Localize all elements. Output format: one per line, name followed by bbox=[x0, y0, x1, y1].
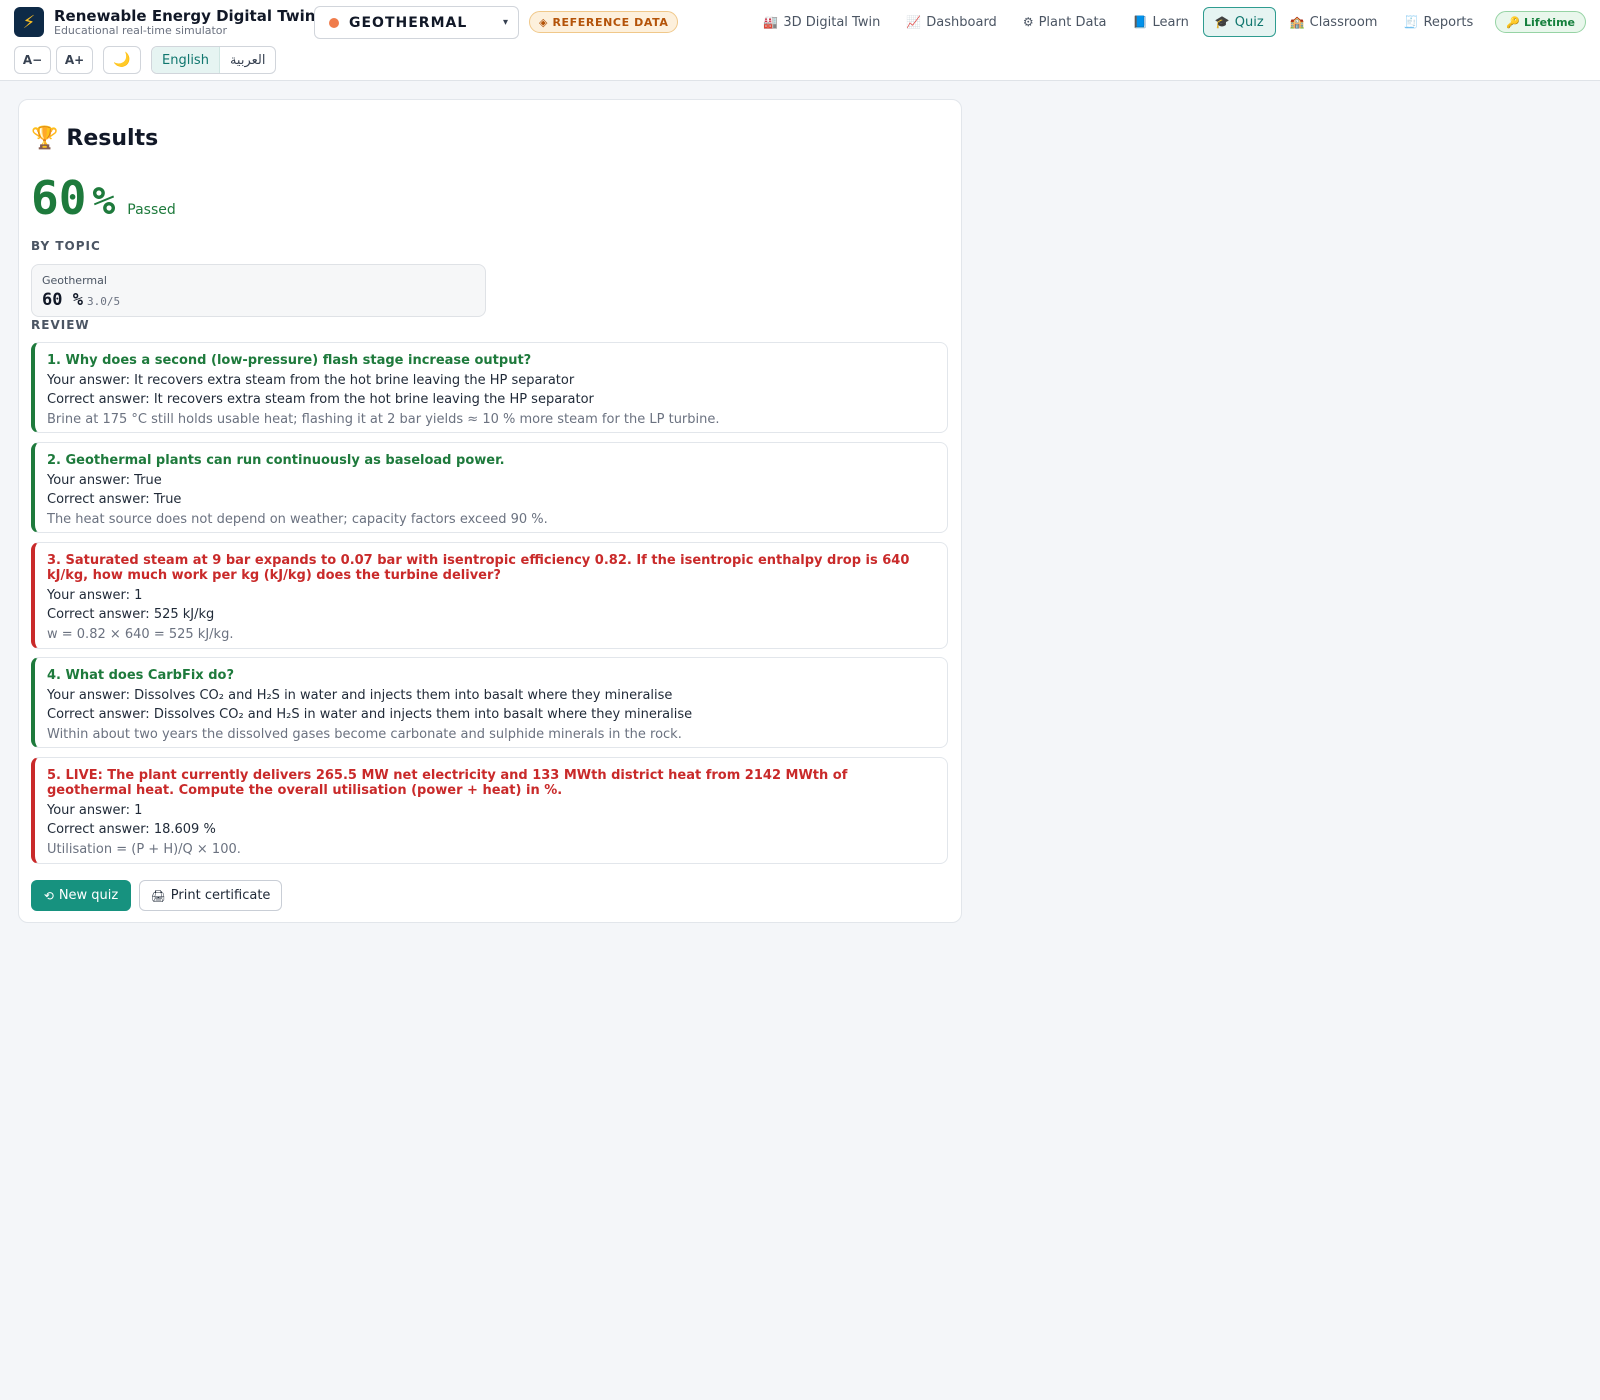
review-item: 4. What does CarbFix do? Your answer: Di… bbox=[31, 657, 948, 748]
your-answer: Your answer: It recovers extra steam fro… bbox=[47, 373, 575, 388]
key-icon: 🔑 bbox=[1506, 15, 1521, 29]
results-title: Results bbox=[66, 126, 159, 151]
receipt-icon: 🧾 bbox=[1403, 15, 1419, 29]
nav-item-dashboard[interactable]: 📈 Dashboard bbox=[894, 7, 1008, 37]
print-certificate-button[interactable]: 🖨 Print certificate bbox=[139, 880, 282, 911]
correct-answer: Correct answer: 18.609 % bbox=[47, 822, 216, 837]
nav-item-reports[interactable]: 🧾 Reports bbox=[1391, 7, 1485, 37]
review-item: 3. Saturated steam at 9 bar expands to 0… bbox=[31, 542, 948, 649]
explanation: w = 0.82 × 640 = 525 kJ/kg. bbox=[47, 627, 234, 642]
pass-status: Passed bbox=[127, 202, 176, 218]
explanation: Utilisation = (P + H)/Q × 100. bbox=[47, 842, 241, 857]
your-answer: Your answer: True bbox=[47, 473, 162, 488]
app-title: Renewable Energy Digital Twin bbox=[54, 7, 316, 25]
review-item: 5. LIVE: The plant currently delivers 26… bbox=[31, 757, 948, 864]
topic-percentage: 60 % bbox=[42, 290, 83, 310]
lifetime-license-badge[interactable]: 🔑 Lifetime bbox=[1495, 11, 1586, 33]
dark-mode-toggle[interactable]: 🌙 bbox=[103, 46, 141, 74]
lightning-logo-icon: ⚡ bbox=[14, 7, 44, 37]
results-card: 🏆 Results 60 % Passed BY TOPIC Geotherma… bbox=[18, 99, 962, 923]
review-item: 2. Geothermal plants can run continuousl… bbox=[31, 442, 948, 533]
font-decrease-button[interactable]: A− bbox=[14, 46, 51, 74]
explanation: The heat source does not depend on weath… bbox=[47, 512, 548, 527]
score-value: 60 bbox=[31, 171, 87, 225]
chevron-down-icon: ▾ bbox=[502, 17, 508, 28]
review-item: 1. Why does a second (low-pressure) flas… bbox=[31, 342, 948, 433]
topic-score: 60 % 3.0/5 bbox=[42, 290, 120, 310]
results-heading: 🏆 Results bbox=[31, 126, 158, 151]
main-nav: 🏭 3D Digital Twin 📈 Dashboard ⚙ Plant Da… bbox=[749, 6, 1586, 38]
book-icon: 📘 bbox=[1132, 15, 1148, 29]
nav-item-label: 3D Digital Twin bbox=[783, 14, 881, 30]
correct-answer: Correct answer: It recovers extra steam … bbox=[47, 392, 594, 407]
language-switcher: English العربية bbox=[151, 46, 277, 74]
graduation-cap-icon: 🎓 bbox=[1214, 15, 1230, 29]
your-answer: Your answer: 1 bbox=[47, 588, 143, 603]
new-quiz-label: New quiz bbox=[58, 888, 119, 903]
by-topic-label: BY TOPIC bbox=[31, 239, 101, 253]
your-answer: Your answer: 1 bbox=[47, 803, 143, 818]
explanation: Brine at 175 °C still holds usable heat;… bbox=[47, 412, 720, 427]
topic-name: Geothermal bbox=[42, 274, 107, 287]
chart-icon: 📈 bbox=[906, 15, 922, 29]
plant-select-value: GEOTHERMAL bbox=[349, 14, 468, 31]
print-certificate-label: Print certificate bbox=[170, 888, 271, 903]
nav-item-learn[interactable]: 📘 Learn bbox=[1121, 7, 1201, 37]
nav-item-label: Learn bbox=[1152, 14, 1189, 30]
font-increase-button[interactable]: A+ bbox=[56, 46, 93, 74]
correct-answer: Correct answer: True bbox=[47, 492, 182, 507]
reference-data-badge: ◈ REFERENCE DATA bbox=[529, 11, 679, 33]
question-text: 4. What does CarbFix do? bbox=[47, 668, 234, 683]
explanation: Within about two years the dissolved gas… bbox=[47, 727, 682, 742]
trophy-icon: 🏆 bbox=[31, 126, 59, 151]
printer-icon: 🖨 bbox=[150, 888, 166, 903]
nav-item-label: Reports bbox=[1423, 14, 1474, 30]
correct-answer: Correct answer: 525 kJ/kg bbox=[47, 607, 215, 622]
overall-score: 60 % Passed bbox=[31, 172, 176, 224]
review-label: REVIEW bbox=[31, 318, 90, 332]
moon-icon: 🌙 bbox=[113, 52, 131, 68]
nav-item-label: Dashboard bbox=[926, 14, 997, 30]
plant-status-dot-icon bbox=[329, 17, 339, 28]
new-quiz-button[interactable]: ⟲ New quiz bbox=[31, 880, 131, 911]
gear-icon: ⚙ bbox=[1022, 15, 1034, 29]
top-header: ⚡ Renewable Energy Digital Twin Educatio… bbox=[0, 0, 1600, 81]
language-arabic[interactable]: العربية bbox=[220, 47, 276, 73]
correct-answer: Correct answer: Dissolves CO₂ and H₂S in… bbox=[47, 707, 693, 722]
nav-item-3d-digital-twin[interactable]: 🏭 3D Digital Twin bbox=[751, 7, 892, 37]
app-subtitle: Educational real-time simulator bbox=[54, 24, 228, 37]
lifetime-label: Lifetime bbox=[1524, 15, 1575, 29]
nav-item-plant-data[interactable]: ⚙ Plant Data bbox=[1011, 7, 1119, 37]
nav-item-label: Classroom bbox=[1309, 14, 1378, 30]
topic-count: 3.0/5 bbox=[86, 295, 121, 308]
your-answer: Your answer: Dissolves CO₂ and H₂S in wa… bbox=[47, 688, 673, 703]
nav-item-label: Plant Data bbox=[1038, 14, 1107, 30]
question-text: 2. Geothermal plants can run continuousl… bbox=[47, 453, 505, 468]
question-text: 5. LIVE: The plant currently delivers 26… bbox=[47, 768, 848, 798]
restart-icon: ⟲ bbox=[43, 888, 54, 903]
plant-select[interactable]: GEOTHERMAL ▾ bbox=[314, 6, 519, 39]
topic-score-card: Geothermal 60 % 3.0/5 bbox=[31, 264, 486, 317]
factory-icon: 🏭 bbox=[763, 15, 779, 29]
school-icon: 🏫 bbox=[1289, 15, 1305, 29]
question-text: 1. Why does a second (low-pressure) flas… bbox=[47, 353, 532, 368]
score-unit: % bbox=[92, 179, 116, 223]
nav-item-classroom[interactable]: 🏫 Classroom bbox=[1278, 7, 1390, 37]
language-english[interactable]: English bbox=[152, 47, 220, 73]
question-text: 3. Saturated steam at 9 bar expands to 0… bbox=[47, 553, 910, 583]
nav-item-quiz[interactable]: 🎓 Quiz bbox=[1202, 7, 1276, 37]
nav-item-label: Quiz bbox=[1234, 14, 1264, 30]
